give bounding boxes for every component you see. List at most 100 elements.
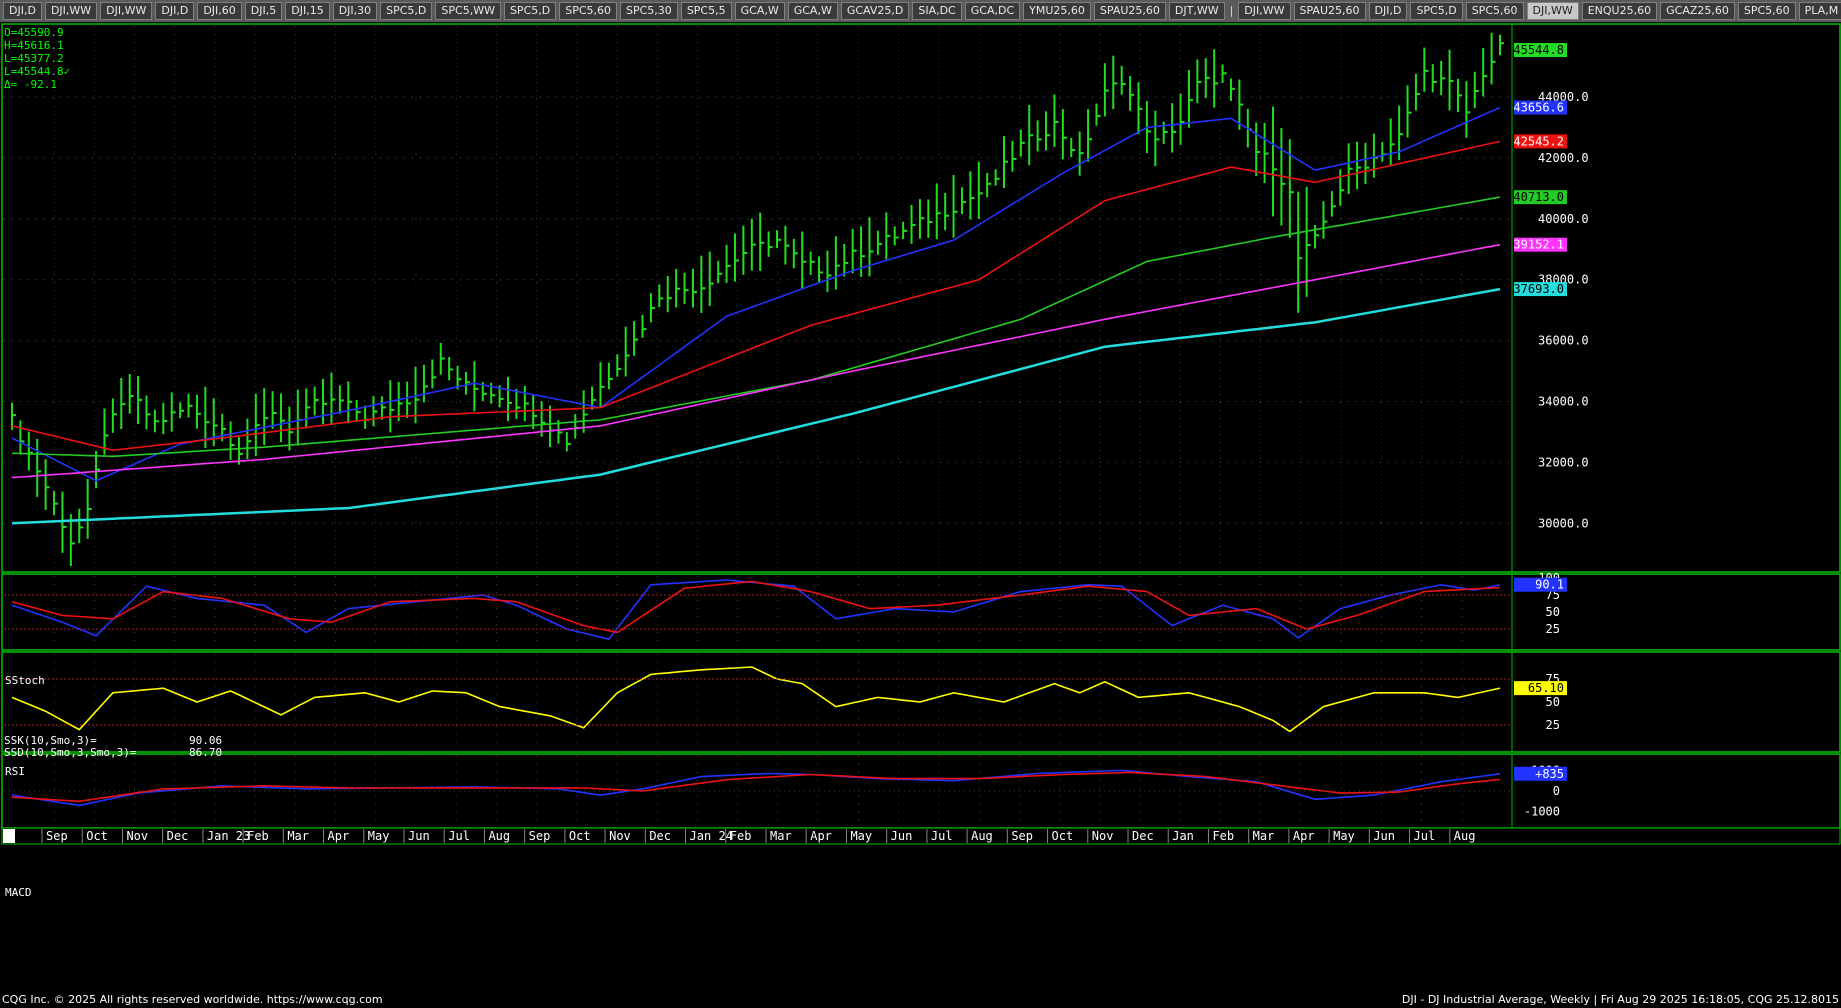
ssd-value: 86.70	[189, 746, 223, 759]
x-tick-label: Jul	[448, 829, 470, 843]
symbol-tab[interactable]: SPAU25,60	[1293, 2, 1366, 20]
symbol-tab[interactable]: DJI,WW	[100, 2, 153, 20]
x-tick-label: Apr	[328, 829, 350, 843]
x-tick-label: Oct	[569, 829, 591, 843]
ma-value-label: 37693.0	[1513, 282, 1564, 296]
ssd-label: SSD(10,Smo,3,Smo,3)=	[4, 746, 137, 759]
x-tick-label: Nov	[126, 829, 148, 843]
chart-svg: 30000.032000.034000.036000.038000.040000…	[1, 23, 1841, 845]
rsi-title: RSI	[5, 765, 25, 778]
symbol-tab[interactable]: YMU25,60	[1023, 2, 1091, 20]
symbol-tab[interactable]: GCA,W	[787, 2, 838, 20]
ma-value-label: 40713.0	[1513, 190, 1564, 204]
y-tick-label: 34000.0	[1538, 395, 1589, 409]
symbol-tab[interactable]: DJT,WW	[1168, 2, 1225, 20]
x-tick-label: Feb	[247, 829, 269, 843]
ma-value-label: 42545.2	[1513, 134, 1564, 148]
symbol-tab[interactable]: SPC5,D	[1410, 2, 1463, 20]
x-tick-label: May	[1333, 829, 1355, 843]
last-price-label: 45544.8	[1513, 43, 1564, 57]
x-tick-label: Sep	[529, 829, 551, 843]
high-value: H=45616.1	[4, 39, 64, 52]
macd-tick-label: 0	[1553, 784, 1560, 798]
x-tick-label: Apr	[1293, 829, 1315, 843]
symbol-tab[interactable]: SPC5,WW	[435, 2, 501, 20]
open-value: O=45590.9	[4, 26, 64, 39]
ohlc-readout: O=45590.9 H=45616.1 L=45377.2 L=45544.8✓…	[4, 26, 70, 91]
panel-macd	[1, 753, 1841, 829]
symbol-tab[interactable]: SPC5,60	[1737, 2, 1796, 20]
symbol-tab[interactable]: DJI,5	[244, 2, 283, 20]
symbol-tab-bar: DJI,D DJI,WW DJI,WW DJI,D DJI,60 DJI,5 DJI,15 D…	[0, 0, 1841, 22]
x-tick-label: Mar	[770, 829, 792, 843]
symbol-tab[interactable]: GCAZ25,60	[1660, 2, 1735, 20]
x-tick-label: Jun	[891, 829, 913, 843]
symbol-tab[interactable]: SIA,DC	[912, 2, 962, 20]
x-tick-label: Mar	[1253, 829, 1275, 843]
chart-description: DJI - DJ Industrial Average, Weekly | Fr…	[1401, 993, 1839, 1006]
x-tick-label: Feb	[1212, 829, 1234, 843]
x-tick-label: Apr	[810, 829, 832, 843]
x-tick-label: Oct	[1052, 829, 1074, 843]
x-tick-label: Oct	[86, 829, 108, 843]
symbol-tab[interactable]: GCA,DC	[964, 2, 1021, 20]
x-tick-label: Sep	[46, 829, 68, 843]
symbol-tab[interactable]: SPAU25,60	[1093, 2, 1166, 20]
last-value: L=45544.8✓	[4, 65, 71, 78]
symbol-tab[interactable]: DJI,D	[155, 2, 195, 20]
x-tick-label: Jun	[408, 829, 430, 843]
stoch-tick-label: 25	[1546, 622, 1560, 636]
macd-value-label: +835	[1535, 767, 1564, 781]
x-tick-label: Jul	[1414, 829, 1436, 843]
x-tick-label: Jan 24	[690, 829, 733, 843]
y-tick-label: 36000.0	[1538, 334, 1589, 348]
x-tick-label: Dec	[167, 829, 189, 843]
symbol-tab[interactable]: GCA,W	[734, 2, 785, 20]
sstoch-title: SStoch	[5, 674, 45, 687]
symbol-tab[interactable]: DJI,60	[197, 2, 242, 20]
x-tick-label: Feb	[730, 829, 752, 843]
symbol-tab[interactable]: DJI,D	[3, 2, 42, 20]
rsi-tick-label: 50	[1546, 695, 1560, 709]
symbol-tab[interactable]: SPC5,D	[503, 2, 557, 20]
x-tick-label: Aug	[1454, 829, 1476, 843]
symbol-tab[interactable]: SPC5,60	[1465, 2, 1524, 20]
symbol-tab[interactable]: SPC5,D	[380, 2, 433, 20]
x-tick-label: Nov	[609, 829, 631, 843]
symbol-tab[interactable]: DJI,15	[285, 2, 330, 20]
macd-tick-label: -1000	[1524, 805, 1560, 819]
x-tick-label: Sep	[1011, 829, 1033, 843]
copyright-text: CQG Inc. © 2025 All rights reserved worl…	[2, 993, 383, 1006]
x-tick-label: Jun	[1373, 829, 1395, 843]
ma-value-label: 39152.1	[1513, 238, 1564, 252]
y-tick-label: 42000.0	[1538, 151, 1589, 165]
rsi-tick-label: 25	[1546, 718, 1560, 732]
x-tick-label: Jan	[1172, 829, 1194, 843]
symbol-tab[interactable]: SPC5,5	[680, 2, 732, 20]
x-tick-label: Dec	[649, 829, 671, 843]
x-tick-label: May	[368, 829, 390, 843]
x-tick-label: Nov	[1092, 829, 1114, 843]
x-tick-label: Aug	[488, 829, 510, 843]
rsi-value-label: 65.10	[1528, 681, 1564, 695]
x-tick-label: Dec	[1132, 829, 1154, 843]
x-tick-label: Aug	[971, 829, 993, 843]
symbol-tab[interactable]: PLA,M	[1798, 2, 1841, 20]
symbol-tab[interactable]: DJI,WW	[1526, 2, 1579, 20]
symbol-tab[interactable]: SPC5,60	[559, 2, 618, 20]
x-tick-label: Jul	[931, 829, 953, 843]
y-tick-label: 32000.0	[1538, 455, 1589, 469]
symbol-tab[interactable]: ENQU25,60	[1581, 2, 1658, 20]
stoch-tick-label: 50	[1546, 605, 1560, 619]
low-value: L=45377.2	[4, 52, 64, 65]
x-tick-label: Mar	[287, 829, 309, 843]
symbol-tab[interactable]: DJI,WW	[44, 2, 98, 20]
status-footer: CQG Inc. © 2025 All rights reserved worl…	[0, 992, 1841, 1008]
symbol-tab[interactable]: DJI,30	[332, 2, 378, 20]
delta-value: Δ= -92.1	[4, 78, 57, 91]
symbol-tab[interactable]: SPC5,30	[620, 2, 678, 20]
symbol-tab[interactable]: GCAV25,D	[840, 2, 910, 20]
symbol-tab[interactable]: DJI,WW	[1238, 2, 1291, 20]
symbol-tab[interactable]: DJI,D	[1368, 2, 1408, 20]
x-tick-label: Jan 23	[207, 829, 250, 843]
